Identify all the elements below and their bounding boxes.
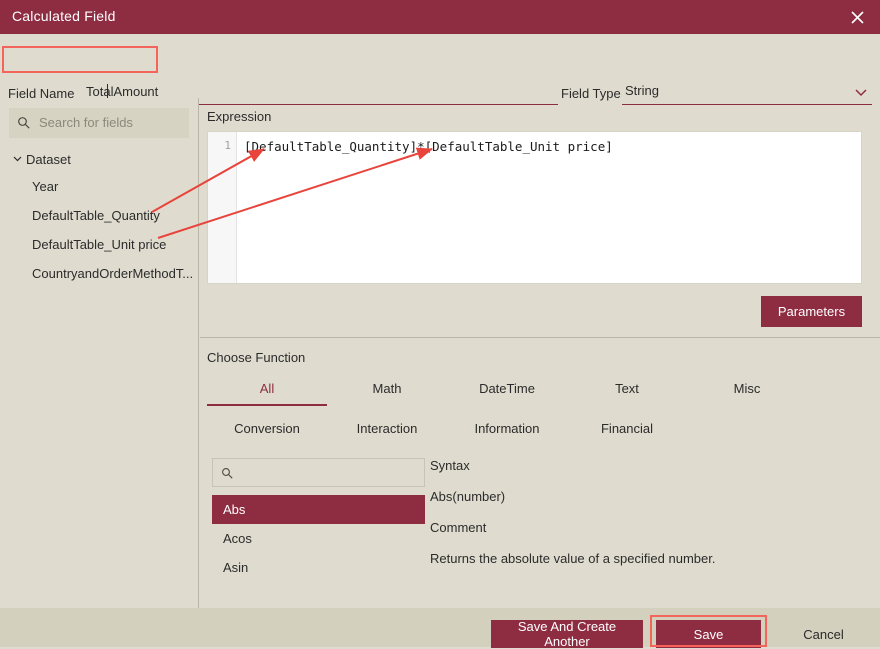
tab-datetime[interactable]: DateTime: [457, 378, 557, 404]
tree-item-unit-price[interactable]: DefaultTable_Unit price: [0, 230, 199, 259]
field-header-row: Field Name Field Type String: [0, 34, 880, 90]
editor-gutter: 1: [208, 132, 237, 283]
tree-item-quantity[interactable]: DefaultTable_Quantity: [0, 201, 199, 230]
choose-function-title: Choose Function: [207, 350, 305, 365]
expression-label: Expression: [207, 109, 271, 124]
function-item-acos[interactable]: Acos: [212, 524, 425, 553]
line-number: 1: [224, 139, 231, 152]
calculated-field-dialog: Calculated Field Field Name Field Type S…: [0, 0, 880, 647]
dataset-tree: Dataset Year DefaultTable_Quantity Defau…: [0, 146, 199, 288]
function-category-tabs-row-2: Conversion Interaction Information Finan…: [200, 418, 880, 446]
window-title: Calculated Field: [12, 8, 116, 24]
save-button[interactable]: Save: [656, 620, 761, 648]
tab-math[interactable]: Math: [347, 378, 427, 404]
choose-function-panel: Choose Function All Math DateTime Text M…: [200, 338, 880, 608]
comment-value: Returns the absolute value of a specifie…: [430, 551, 870, 566]
tab-information[interactable]: Information: [457, 418, 557, 444]
tab-misc[interactable]: Misc: [707, 378, 787, 404]
close-button[interactable]: [834, 0, 880, 34]
function-item-asin[interactable]: Asin: [212, 553, 425, 582]
fields-search-box[interactable]: Search for fields: [9, 108, 189, 138]
syntax-heading: Syntax: [430, 458, 870, 473]
tree-root-dataset[interactable]: Dataset: [0, 146, 199, 172]
search-icon: [221, 467, 234, 480]
search-icon: [17, 116, 31, 130]
tree-root-label: Dataset: [26, 152, 71, 167]
function-search-box[interactable]: [212, 458, 425, 487]
fields-search-placeholder: Search for fields: [39, 115, 133, 130]
tab-interaction[interactable]: Interaction: [337, 418, 437, 444]
tab-text[interactable]: Text: [587, 378, 667, 404]
tab-financial[interactable]: Financial: [577, 418, 677, 444]
function-category-tabs-row-1: All Math DateTime Text Misc: [200, 378, 880, 408]
save-and-create-another-button[interactable]: Save And Create Another: [491, 620, 643, 648]
syntax-value: Abs(number): [430, 489, 870, 504]
tab-conversion[interactable]: Conversion: [207, 418, 327, 444]
comment-heading: Comment: [430, 520, 870, 535]
function-item-abs[interactable]: Abs: [212, 495, 425, 524]
function-detail: Syntax Abs(number) Comment Returns the a…: [430, 458, 870, 582]
tree-item-year[interactable]: Year: [0, 172, 199, 201]
expression-editor[interactable]: 1 [DefaultTable_Quantity]*[DefaultTable_…: [207, 131, 862, 284]
tree-item-country-order-method[interactable]: CountryandOrderMethodT...: [0, 259, 199, 288]
expression-panel: Expression 1 [DefaultTable_Quantity]*[De…: [200, 98, 880, 337]
parameters-button[interactable]: Parameters: [761, 296, 862, 327]
tab-all[interactable]: All: [207, 378, 327, 406]
function-list: Abs Acos Asin: [212, 495, 425, 582]
chevron-down-icon: [854, 85, 868, 99]
expression-code: [DefaultTable_Quantity]*[DefaultTable_Un…: [244, 139, 613, 154]
title-bar: Calculated Field: [0, 0, 880, 34]
close-icon: [851, 11, 864, 24]
chevron-down-icon[interactable]: [12, 152, 26, 167]
fields-sidebar: Search for fields Dataset Year DefaultTa…: [0, 98, 199, 608]
cancel-button[interactable]: Cancel: [775, 620, 872, 648]
field-type-value: String: [625, 83, 659, 98]
